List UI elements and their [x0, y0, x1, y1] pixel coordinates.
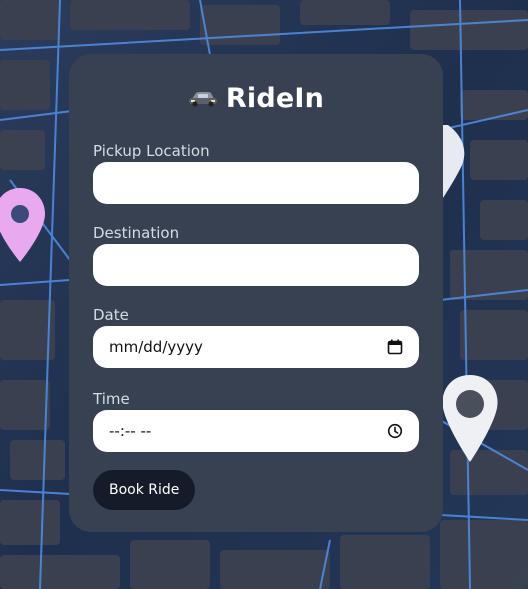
booking-card: RideIn Pickup Location Destination Date … [69, 54, 443, 532]
clock-icon[interactable] [387, 423, 403, 439]
destination-input-box[interactable] [93, 244, 419, 286]
destination-input[interactable] [109, 255, 403, 275]
date-value: mm/dd/yyyy [109, 338, 203, 356]
book-ride-button[interactable]: Book Ride [93, 470, 196, 510]
date-label: Date [93, 306, 129, 324]
time-value: --:-- -- [109, 422, 152, 440]
time-input[interactable]: --:-- -- [93, 410, 419, 452]
pickup-label: Pickup Location [93, 142, 210, 160]
brand-name: RideIn [225, 82, 325, 114]
car-icon [188, 92, 217, 107]
date-input[interactable]: mm/dd/yyyy [93, 326, 419, 368]
destination-label: Destination [93, 224, 180, 242]
pickup-input[interactable] [109, 173, 403, 193]
calendar-icon[interactable] [387, 339, 403, 355]
time-label: Time [93, 390, 130, 408]
brand-header: RideIn [69, 80, 443, 116]
pickup-input-box[interactable] [93, 162, 419, 204]
